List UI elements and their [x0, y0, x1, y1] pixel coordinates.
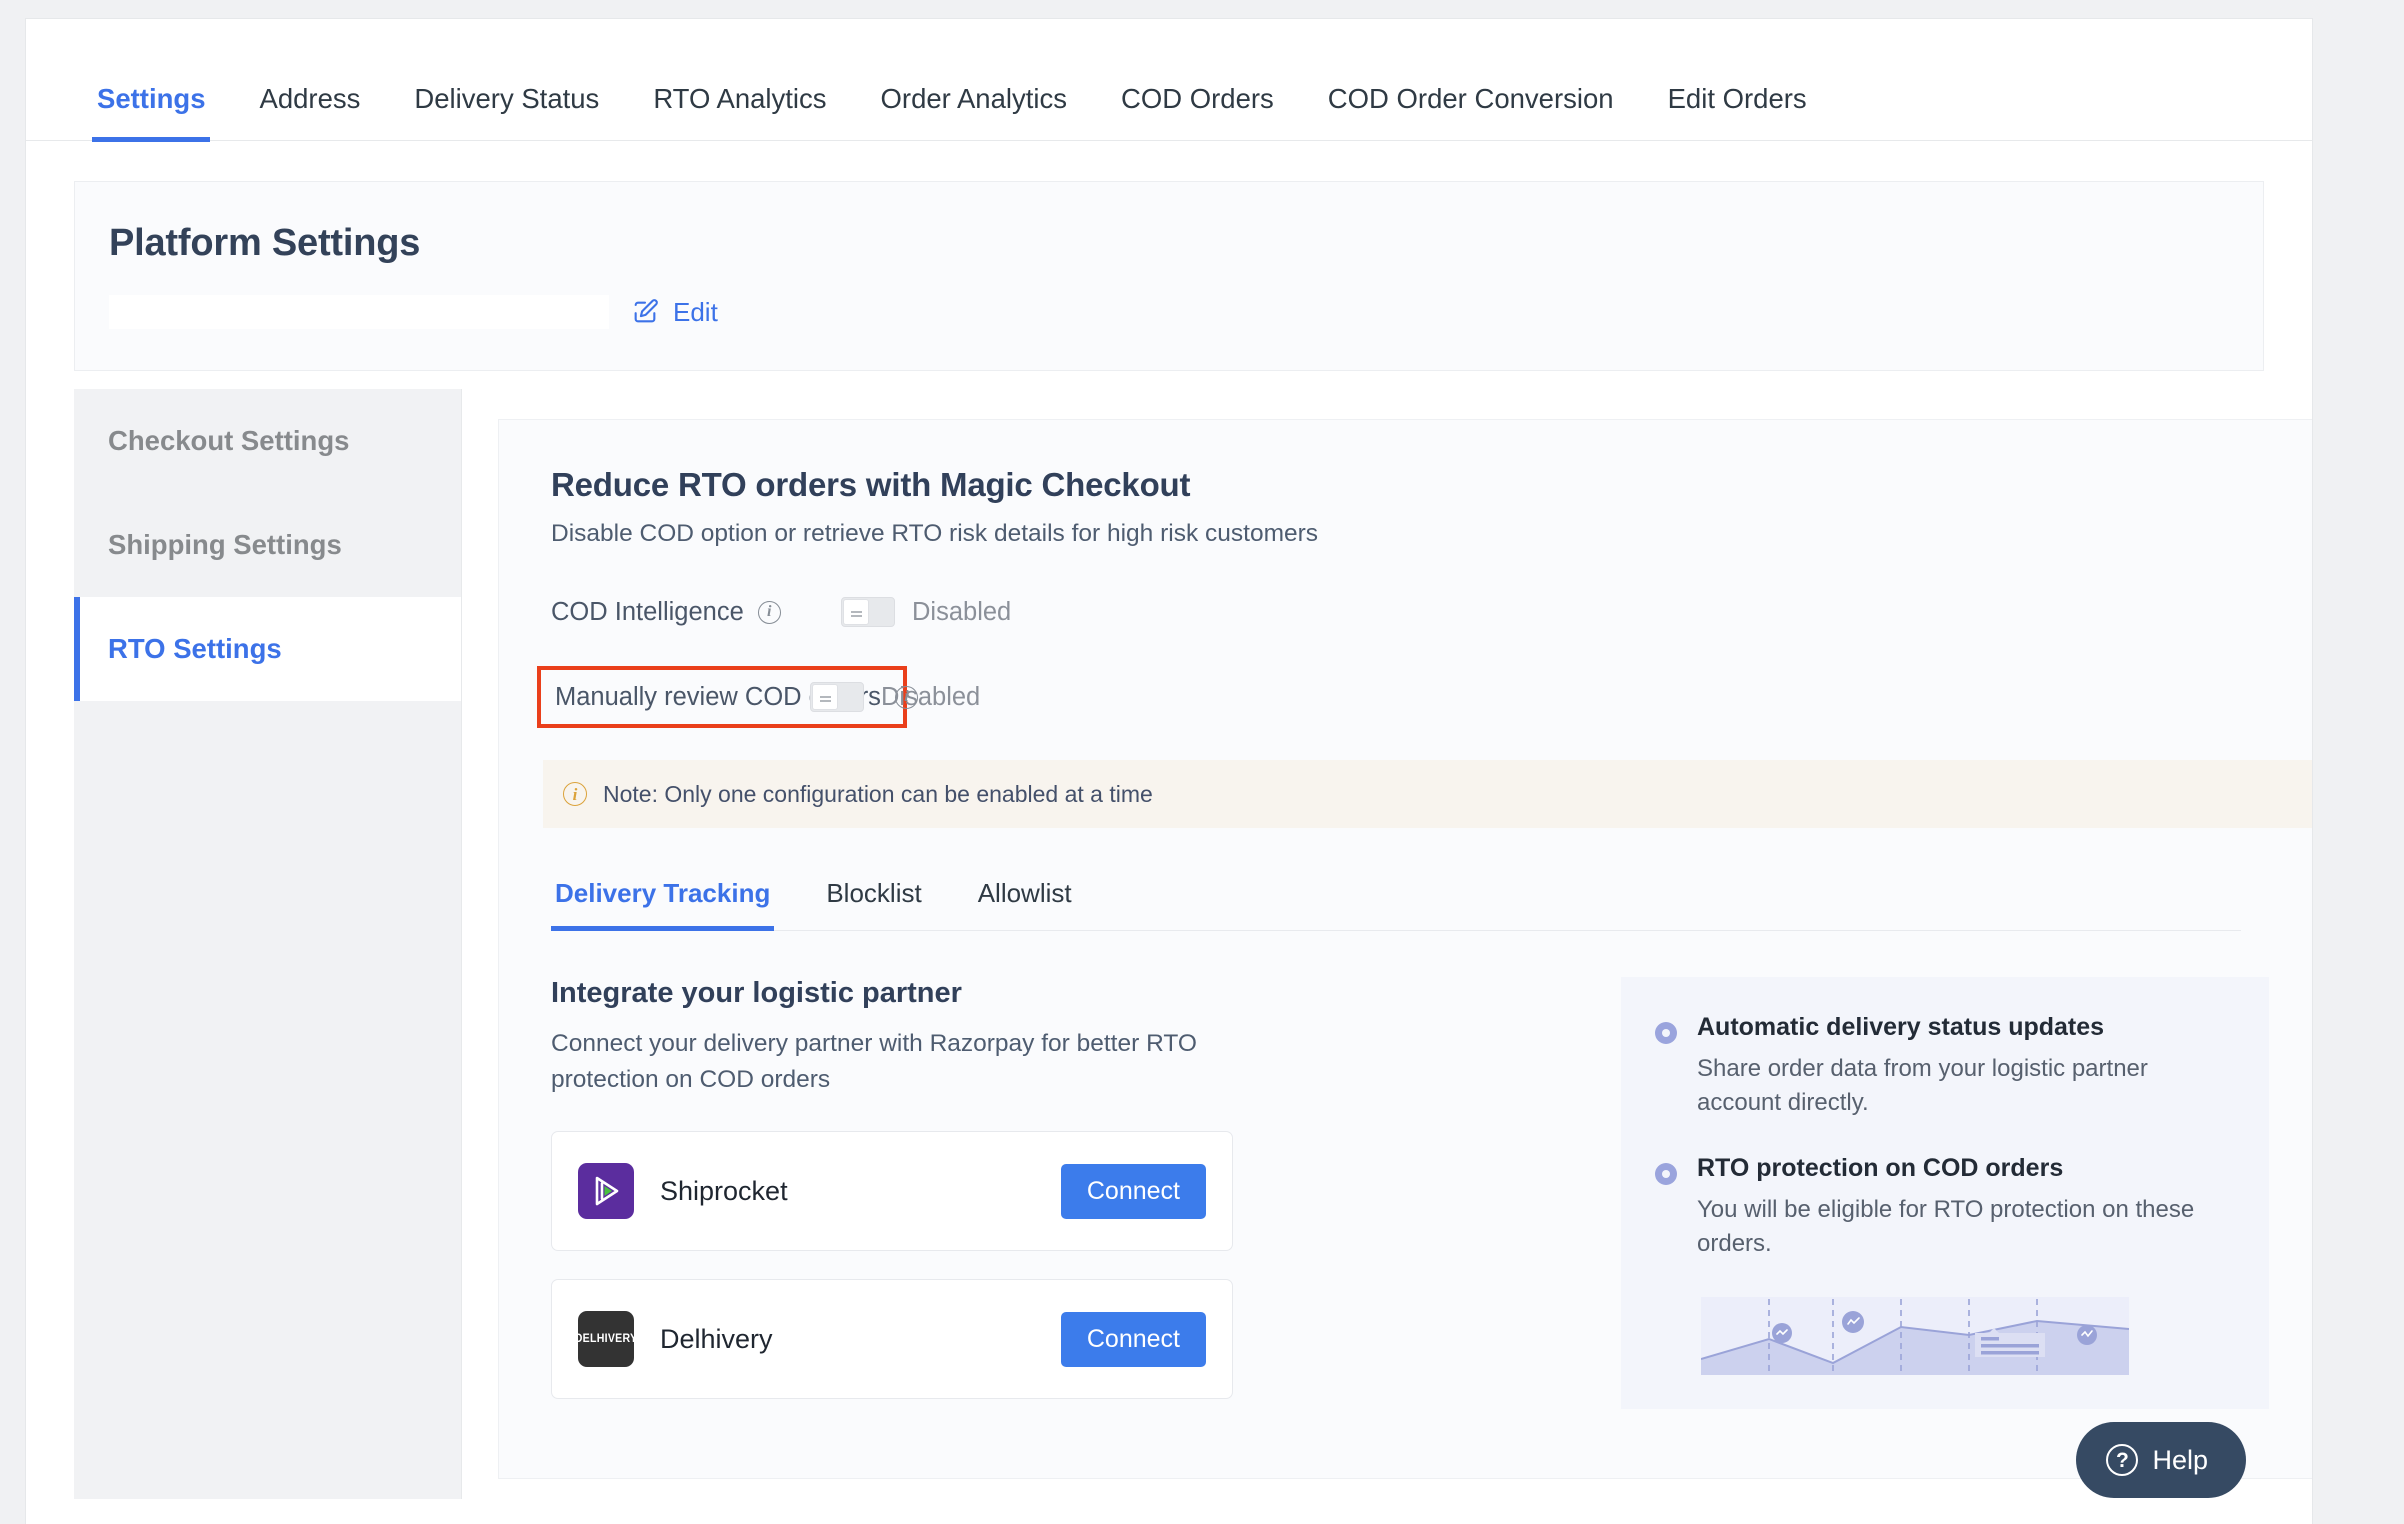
help-label: Help — [2152, 1444, 2208, 1475]
delhivery-logo-icon: DELHIVERY — [578, 1311, 634, 1368]
benefit-item-rto-protection: RTO protection on COD orders You will be… — [1655, 1154, 2225, 1261]
benefit-title: RTO protection on COD orders — [1697, 1154, 2064, 1183]
page-body: Platform Settings Edit Checkout Settings… — [26, 181, 2312, 1524]
benefit-title: Automatic delivery status updates — [1697, 1013, 2105, 1041]
top-navigation-tabs: Settings Address Delivery Status RTO Ana… — [26, 19, 2312, 142]
tab-order-analytics[interactable]: Order Analytics — [854, 84, 1094, 141]
toggle-knob — [843, 599, 869, 625]
sidebar-item-checkout-settings[interactable]: Checkout Settings — [74, 389, 461, 493]
partner-name: Delhivery — [660, 1323, 773, 1354]
settings-sidebar: Checkout Settings Shipping Settings RTO … — [74, 389, 462, 1499]
benefit-description: Share order data from your logistic part… — [1697, 1055, 2148, 1117]
sidebar-item-label: Checkout Settings — [108, 425, 350, 456]
platform-name-input[interactable] — [109, 295, 609, 329]
sidebar-item-label: Shipping Settings — [108, 529, 342, 560]
platform-settings-panel: Platform Settings Edit — [74, 181, 2264, 371]
cod-intelligence-toggle[interactable] — [841, 597, 895, 627]
settings-split-layout: Checkout Settings Shipping Settings RTO … — [74, 389, 2312, 1499]
platform-settings-row: Edit — [109, 295, 2229, 329]
rto-inner-tabs: Delivery Tracking Blocklist Allowlist — [551, 880, 2241, 931]
logistic-partner-section: Integrate your logistic partner Connect … — [551, 977, 1551, 1409]
info-circle-icon: i — [563, 782, 587, 806]
cod-intelligence-label-group: COD Intelligence i — [551, 598, 841, 627]
delhivery-logo-text: DELHIVERY — [578, 1333, 634, 1346]
edit-label: Edit — [673, 296, 718, 327]
tab-delivery-status[interactable]: Delivery Status — [387, 84, 626, 141]
tab-allowlist[interactable]: Allowlist — [950, 880, 1100, 930]
edit-button[interactable]: Edit — [631, 297, 718, 328]
tab-settings[interactable]: Settings — [70, 84, 232, 142]
shiprocket-logo-icon — [578, 1163, 634, 1220]
manual-review-control: Disabled — [810, 682, 980, 712]
integration-title: Integrate your logistic partner — [551, 977, 962, 1009]
tab-blocklist[interactable]: Blocklist — [798, 880, 949, 930]
tab-delivery-tracking[interactable]: Delivery Tracking — [551, 880, 798, 931]
delivery-tracking-panel: Integrate your logistic partner Connect … — [551, 977, 2312, 1410]
tab-rto-analytics[interactable]: RTO Analytics — [626, 84, 853, 141]
pencil-square-icon — [631, 298, 659, 326]
tab-edit-orders[interactable]: Edit Orders — [1641, 84, 1834, 141]
benefit-item-auto-updates: Automatic delivery status updates Share … — [1655, 1013, 2225, 1120]
partner-name: Shiprocket — [660, 1175, 788, 1206]
manual-review-toggle[interactable] — [810, 682, 864, 712]
content-area: Reduce RTO orders with Magic Checkout Di… — [462, 389, 2312, 1499]
cod-intelligence-control: Disabled — [841, 597, 1011, 627]
analytics-illustration — [1700, 1297, 2130, 1376]
cod-intelligence-row: COD Intelligence i Disabled — [551, 580, 2312, 644]
bullet-dot-icon — [1655, 1163, 1677, 1186]
info-circle-icon[interactable]: i — [757, 600, 781, 624]
manual-review-row: Manually review COD orders i Disabled — [537, 666, 980, 728]
connect-button-shiprocket[interactable]: Connect — [1060, 1163, 1206, 1219]
tab-cod-orders[interactable]: COD Orders — [1094, 84, 1301, 141]
bullet-dot-icon — [1655, 1022, 1677, 1044]
section-subtitle: Disable COD option or retrieve RTO risk … — [551, 520, 1319, 547]
help-button[interactable]: ? Help — [2076, 1422, 2246, 1498]
question-circle-icon: ? — [2106, 1444, 2139, 1476]
rto-settings-card: Reduce RTO orders with Magic Checkout Di… — [498, 419, 2312, 1479]
note-text: Note: Only one configuration can be enab… — [603, 780, 1153, 807]
toggle-knob — [812, 684, 838, 710]
sidebar-item-rto-settings[interactable]: RTO Settings — [74, 597, 461, 701]
cod-intelligence-label: COD Intelligence — [551, 597, 744, 626]
partner-card-shiprocket: Shiprocket Connect — [551, 1131, 1233, 1252]
integration-subtitle: Connect your delivery partner with Razor… — [551, 1030, 1197, 1093]
tab-address[interactable]: Address — [232, 84, 387, 141]
sidebar-item-shipping-settings[interactable]: Shipping Settings — [74, 493, 461, 597]
benefit-description: You will be eligible for RTO protection … — [1697, 1196, 2195, 1258]
benefits-panel: Automatic delivery status updates Share … — [1621, 977, 2269, 1410]
partner-card-delhivery: DELHIVERY Delhivery Connect — [551, 1279, 1233, 1400]
page-title: Platform Settings — [109, 222, 421, 264]
connect-button-delhivery[interactable]: Connect — [1060, 1311, 1206, 1367]
sidebar-item-label: RTO Settings — [108, 633, 282, 664]
tab-cod-order-conversion[interactable]: COD Order Conversion — [1301, 84, 1641, 141]
configuration-note-banner: i Note: Only one configuration can be en… — [543, 760, 2312, 828]
cod-intelligence-state: Disabled — [912, 597, 1012, 626]
section-title: Reduce RTO orders with Magic Checkout — [551, 466, 1191, 503]
manual-review-state: Disabled — [881, 682, 981, 711]
manual-review-label-group: Manually review COD orders i — [555, 683, 918, 712]
app-window: Settings Address Delivery Status RTO Ana… — [25, 18, 2313, 1524]
